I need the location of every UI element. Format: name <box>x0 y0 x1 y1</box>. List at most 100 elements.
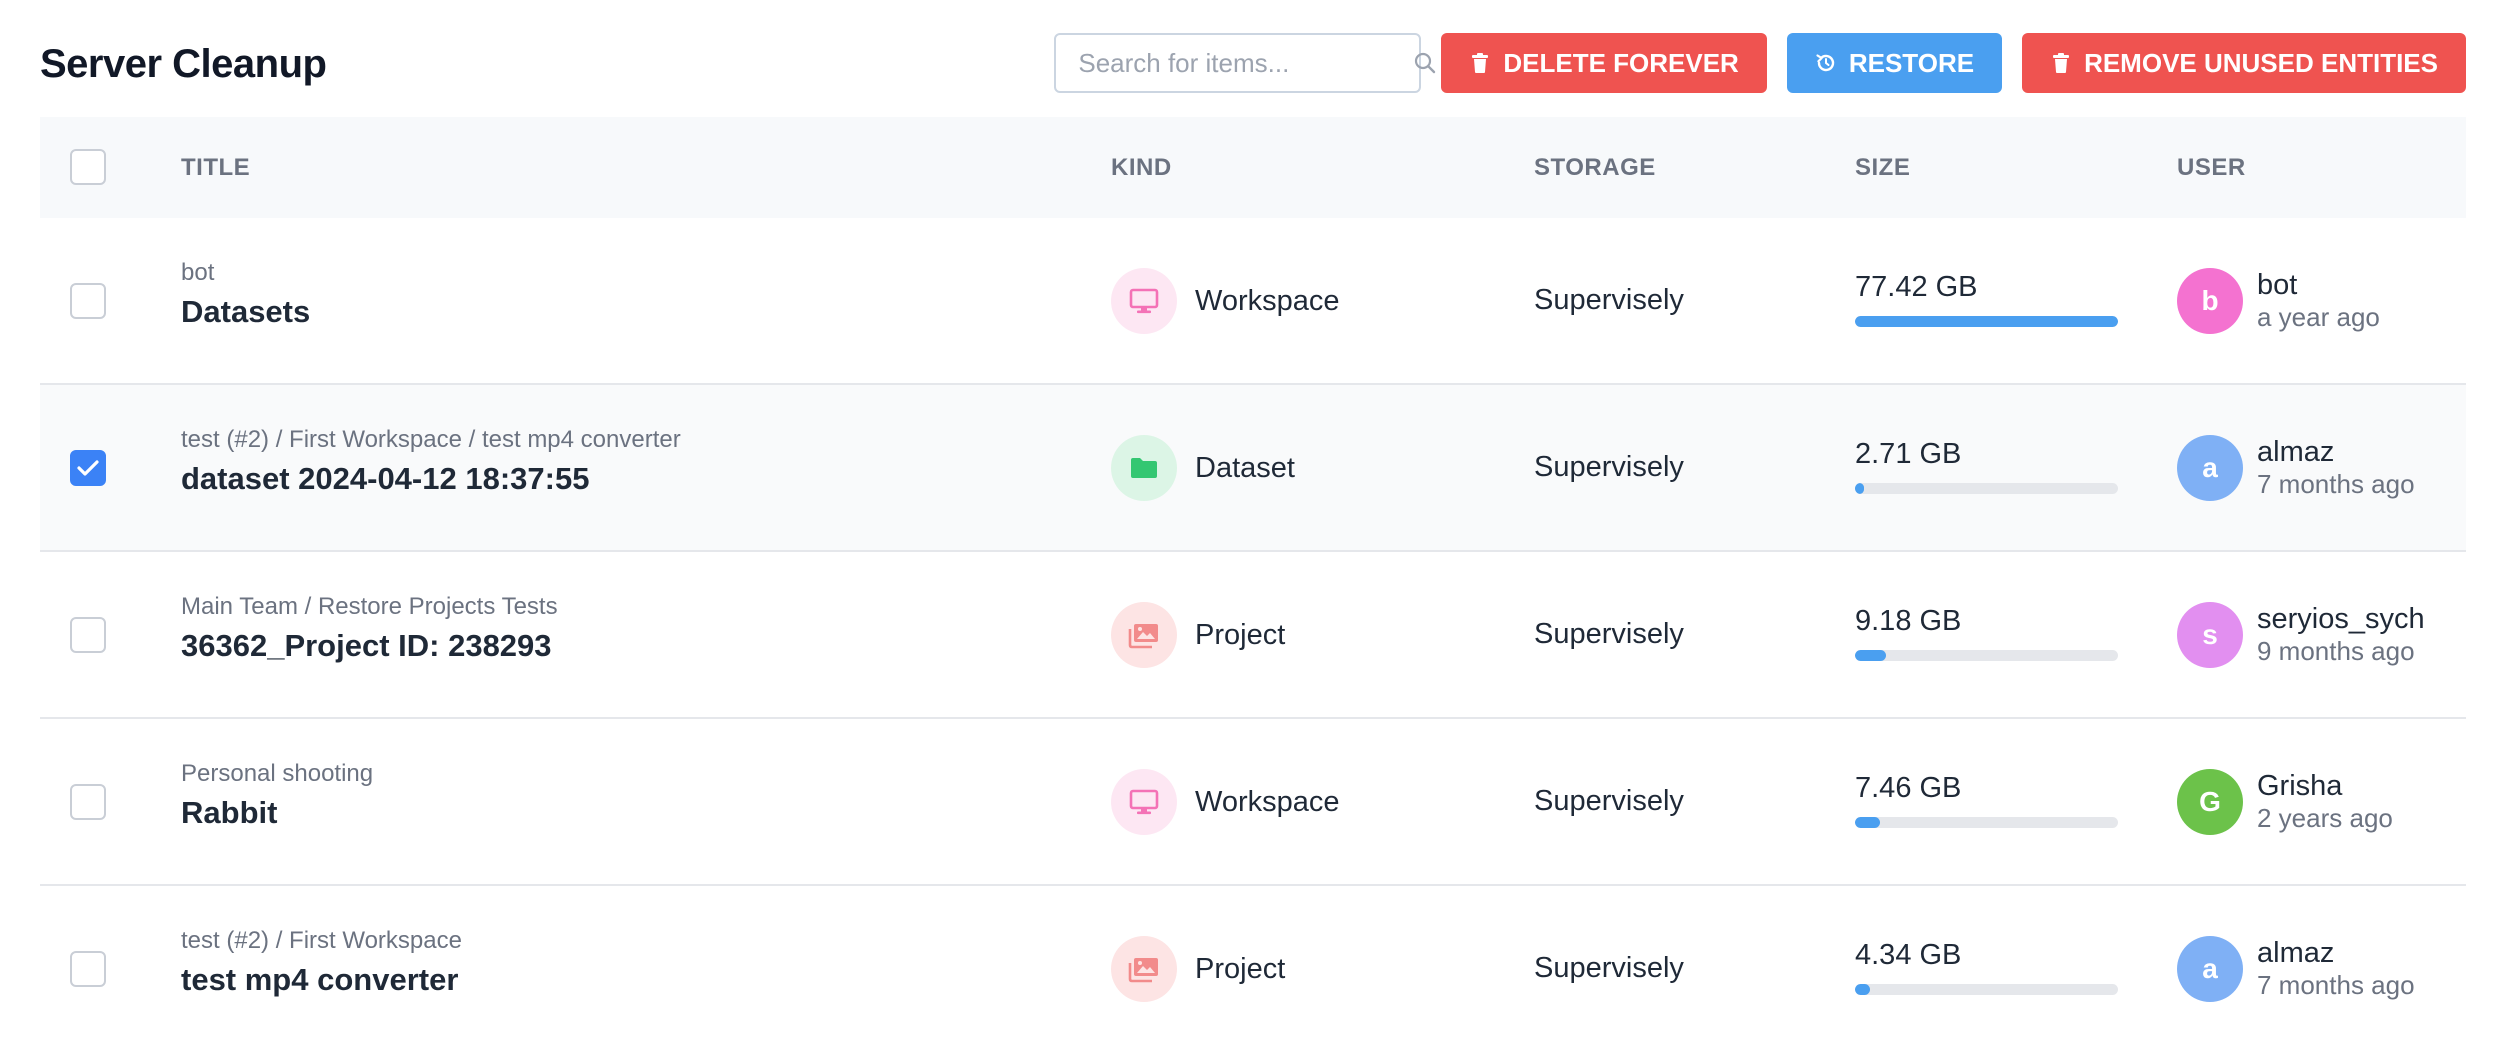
items-table: TITLE KIND STORAGE SIZE USER bot Datasets… <box>40 117 2466 1044</box>
size-cell: 4.34 GB <box>1855 939 2118 995</box>
table-header: TITLE KIND STORAGE SIZE USER <box>40 117 2466 218</box>
user-time: 7 months ago <box>2257 469 2415 499</box>
item-name[interactable]: test mp4 converter <box>181 962 462 998</box>
column-header-storage[interactable]: STORAGE <box>1534 154 1656 182</box>
row-checkbox[interactable] <box>70 951 106 987</box>
select-all-checkbox[interactable] <box>70 149 106 185</box>
item-path: bot <box>181 259 215 286</box>
size-value: 2.71 GB <box>1855 438 1962 470</box>
item-path: Personal shooting <box>181 760 374 787</box>
kind-label: Project <box>1195 952 1286 985</box>
title-cell: Personal shooting Rabbit <box>181 759 373 831</box>
item-name[interactable]: Rabbit <box>181 795 373 831</box>
storage-label: Supervisely <box>1534 785 1684 817</box>
size-cell: 9.18 GB <box>1855 605 2118 661</box>
size-cell: 7.46 GB <box>1855 772 2118 828</box>
avatar[interactable]: s <box>2177 602 2243 668</box>
size-bar <box>1855 483 2118 494</box>
kind-label: Dataset <box>1195 451 1295 484</box>
storage-label: Supervisely <box>1534 451 1684 483</box>
title-cell: bot Datasets <box>181 258 310 330</box>
row-checkbox[interactable] <box>70 617 106 653</box>
user-cell: a almaz 7 months ago <box>2177 936 2415 1002</box>
user-name[interactable]: bot <box>2257 269 2380 301</box>
search-box[interactable] <box>1054 33 1436 93</box>
kind-cell: Workspace <box>1111 268 1340 334</box>
avatar[interactable]: G <box>2177 769 2243 835</box>
item-path: test (#2) / First Workspace <box>181 927 462 954</box>
size-bar-fill <box>1855 817 1881 828</box>
check-icon <box>77 459 99 477</box>
row-checkbox[interactable] <box>70 450 106 486</box>
avatar[interactable]: a <box>2177 936 2243 1002</box>
kind-cell: Project <box>1111 936 1285 1002</box>
item-name[interactable]: 36362_Project ID: 238293 <box>181 628 558 664</box>
size-bar-fill <box>1855 483 1865 494</box>
size-cell: 77.42 GB <box>1855 271 2118 327</box>
user-name[interactable]: Grisha <box>2257 770 2393 802</box>
user-time: 9 months ago <box>2257 636 2415 666</box>
size-bar-fill <box>1855 650 1887 661</box>
kind-label: Project <box>1195 618 1286 651</box>
column-header-user[interactable]: USER <box>2177 154 2246 182</box>
item-name[interactable]: dataset 2024-04-12 18:37:55 <box>181 461 681 497</box>
remove-unused-entities-button[interactable]: REMOVE UNUSED ENTITIES <box>2022 33 2466 93</box>
table-body: bot Datasets Workspace Supervisely 77.42 GB b… <box>40 218 2466 1044</box>
title-cell: test (#2) / First Workspace test mp4 conv… <box>181 926 462 998</box>
size-value: 7.46 GB <box>1855 772 1962 804</box>
user-cell: b bot a year ago <box>2177 268 2380 334</box>
table-row[interactable]: test (#2) / First Workspace test mp4 conv… <box>40 886 2466 1044</box>
size-value: 4.34 GB <box>1855 939 1962 971</box>
size-cell: 2.71 GB <box>1855 438 2118 494</box>
user-cell: a almaz 7 months ago <box>2177 435 2415 501</box>
restore-icon <box>1815 51 1837 75</box>
delete-forever-label: DELETE FOREVER <box>1503 47 1739 78</box>
search-input[interactable] <box>1078 47 1414 79</box>
trash-icon <box>2050 51 2072 75</box>
folder-icon <box>1111 435 1177 501</box>
user-time: 7 months ago <box>2257 970 2415 1000</box>
size-bar <box>1855 316 2118 327</box>
storage-label: Supervisely <box>1534 618 1684 650</box>
delete-forever-button[interactable]: DELETE FOREVER <box>1441 33 1767 93</box>
page-title: Server Cleanup <box>40 42 327 86</box>
row-checkbox[interactable] <box>70 283 106 319</box>
kind-label: Workspace <box>1195 284 1340 317</box>
table-row[interactable]: Personal shooting Rabbit Workspace Supervis… <box>40 719 2466 886</box>
restore-button[interactable]: RESTORE <box>1786 33 2003 93</box>
kind-label: Workspace <box>1195 785 1340 818</box>
kind-cell: Workspace <box>1111 769 1340 835</box>
monitor-icon <box>1111 769 1177 835</box>
column-header-kind[interactable]: KIND <box>1111 154 1172 182</box>
size-value: 77.42 GB <box>1855 271 1978 303</box>
user-cell: G Grisha 2 years ago <box>2177 769 2393 835</box>
monitor-icon <box>1111 268 1177 334</box>
search-icon[interactable] <box>1413 49 1437 77</box>
column-header-title[interactable]: TITLE <box>181 154 250 182</box>
user-name[interactable]: almaz <box>2257 937 2415 969</box>
table-row[interactable]: Main Team / Restore Projects Tests 36362_… <box>40 552 2466 719</box>
kind-cell: Dataset <box>1111 435 1295 501</box>
restore-label: RESTORE <box>1848 47 1975 78</box>
item-name[interactable]: Datasets <box>181 294 310 330</box>
trash-icon <box>1469 51 1491 75</box>
table-row[interactable]: bot Datasets Workspace Supervisely 77.42 GB b… <box>40 218 2466 385</box>
images-icon <box>1111 602 1177 668</box>
title-cell: test (#2) / First Workspace / test mp4 c… <box>181 425 681 497</box>
kind-cell: Project <box>1111 602 1285 668</box>
remove-unused-label: REMOVE UNUSED ENTITIES <box>2084 47 2438 78</box>
avatar[interactable]: a <box>2177 435 2243 501</box>
column-header-size[interactable]: SIZE <box>1855 154 1910 182</box>
row-checkbox[interactable] <box>70 784 106 820</box>
size-value: 9.18 GB <box>1855 605 1962 637</box>
avatar[interactable]: b <box>2177 268 2243 334</box>
title-cell: Main Team / Restore Projects Tests 36362_… <box>181 592 558 664</box>
storage-label: Supervisely <box>1534 284 1684 316</box>
size-bar <box>1855 817 2118 828</box>
images-icon <box>1111 936 1177 1002</box>
user-name[interactable]: seryios_sych <box>2257 603 2425 635</box>
user-cell: s seryios_sych 9 months ago <box>2177 602 2425 668</box>
user-name[interactable]: almaz <box>2257 436 2415 468</box>
table-row[interactable]: test (#2) / First Workspace / test mp4 c… <box>40 385 2466 552</box>
item-path: test (#2) / First Workspace / test mp4 c… <box>181 426 681 453</box>
